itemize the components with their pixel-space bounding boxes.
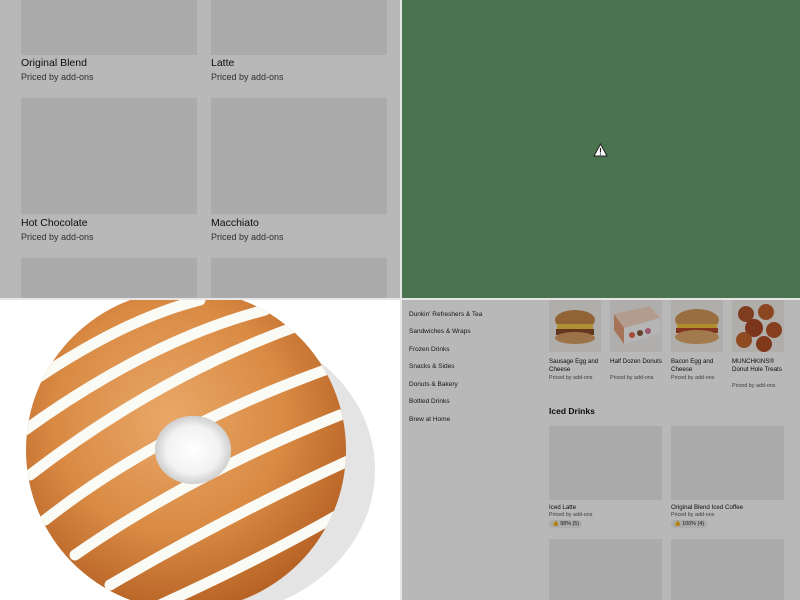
product-image-placeholder: [21, 0, 197, 55]
product-title: MUNCHKINS® Donut Hole Treats: [732, 358, 782, 373]
warning-icon: [593, 143, 608, 157]
menu-card[interactable]: [21, 258, 197, 298]
grid-divider-vertical: [400, 0, 402, 600]
bagel-sandwich-image: [671, 300, 723, 352]
product-title: Macchiato: [211, 217, 259, 229]
sidebar-item-snacks[interactable]: Snacks & Sides: [409, 363, 455, 370]
product-image-placeholder[interactable]: [671, 539, 784, 600]
product-price-note: Priced by add-ons: [610, 375, 654, 381]
product-image-placeholder[interactable]: [549, 539, 662, 600]
product-title: Original Blend: [21, 57, 87, 69]
menu-card[interactable]: Macchiato Priced by add-ons: [211, 98, 387, 248]
section-title: Iced Drinks: [549, 406, 595, 416]
product-image-placeholder: [671, 426, 784, 500]
product-image-placeholder: [211, 98, 387, 214]
product-card[interactable]: Original Blend Iced Coffee Priced by add…: [671, 426, 784, 531]
sidebar-item-bottled-drinks[interactable]: Bottled Drinks: [409, 398, 449, 405]
grid-divider-horizontal: [0, 298, 800, 300]
sidebar-item-refreshers[interactable]: Dunkin' Refreshers & Tea: [409, 311, 482, 318]
product-price-note: Priced by add-ons: [732, 383, 776, 389]
product-price-note: Priced by add-ons: [21, 232, 94, 242]
product-image-placeholder: [211, 258, 387, 298]
product-title: Half Dozen Donuts: [610, 358, 662, 365]
product-title: Sausage Egg and Cheese: [549, 358, 599, 373]
menu-card[interactable]: Latte Priced by add-ons: [211, 0, 387, 85]
product-card[interactable]: Half Dozen Donuts Priced by add-ons: [610, 300, 662, 390]
product-price-note: Priced by add-ons: [671, 375, 715, 381]
product-price-note: Priced by add-ons: [549, 375, 593, 381]
image-load-error-panel: [402, 0, 800, 298]
rating-badge: 👍 98% (5): [549, 520, 583, 528]
product-image-placeholder: [549, 426, 662, 500]
rating-value: 100% (4): [682, 521, 705, 527]
product-price-note: Priced by add-ons: [549, 512, 593, 518]
donut-box-image: [610, 300, 662, 352]
product-title: Original Blend Iced Coffee: [671, 504, 744, 511]
product-image-placeholder: [21, 98, 197, 214]
product-price-note: Priced by add-ons: [211, 232, 284, 242]
product-card[interactable]: Iced Latte Priced by add-ons 👍 98% (5): [549, 426, 662, 531]
rating-badge: 👍 100% (4): [671, 520, 708, 528]
product-title: Hot Chocolate: [21, 217, 88, 229]
sidebar-item-frozen-drinks[interactable]: Frozen Drinks: [409, 346, 449, 353]
sidebar-item-brew-at-home[interactable]: Brew at Home: [409, 416, 450, 423]
product-image-placeholder: [21, 258, 197, 298]
sidebar-item-donuts[interactable]: Donuts & Bakery: [409, 381, 458, 388]
product-card[interactable]: MUNCHKINS® Donut Hole Treats Priced by a…: [732, 300, 786, 395]
store-menu-panel: Dunkin' Refreshers & Tea Sandwiches & Wr…: [402, 300, 800, 600]
menu-grid-panel: Original Blend Priced by add-ons Latte P…: [0, 0, 400, 298]
menu-card[interactable]: Hot Chocolate Priced by add-ons: [21, 98, 197, 248]
product-price-note: Priced by add-ons: [671, 512, 715, 518]
product-price-note: Priced by add-ons: [211, 72, 284, 82]
donut-photo: [0, 300, 400, 600]
product-card[interactable]: Sausage Egg and Cheese Priced by add-ons: [549, 300, 601, 390]
menu-card[interactable]: [211, 258, 387, 298]
product-price-note: Priced by add-ons: [21, 72, 94, 82]
product-title: Iced Latte: [549, 504, 577, 511]
product-card[interactable]: Bacon Egg and Cheese Priced by add-ons: [671, 300, 723, 390]
product-title: Latte: [211, 57, 235, 69]
rating-value: 98% (5): [560, 521, 580, 527]
glazed-donut-image: [26, 300, 375, 600]
munchkins-image: [732, 300, 784, 352]
product-title: Bacon Egg and Cheese: [671, 358, 714, 373]
product-image-placeholder: [211, 0, 387, 55]
sandwich-image: [549, 300, 601, 352]
thumbs-up-icon: 👍: [552, 521, 559, 527]
thumbs-up-icon: 👍: [674, 521, 681, 527]
sidebar-item-sandwiches[interactable]: Sandwiches & Wraps: [409, 328, 471, 335]
menu-card[interactable]: Original Blend Priced by add-ons: [21, 0, 197, 85]
